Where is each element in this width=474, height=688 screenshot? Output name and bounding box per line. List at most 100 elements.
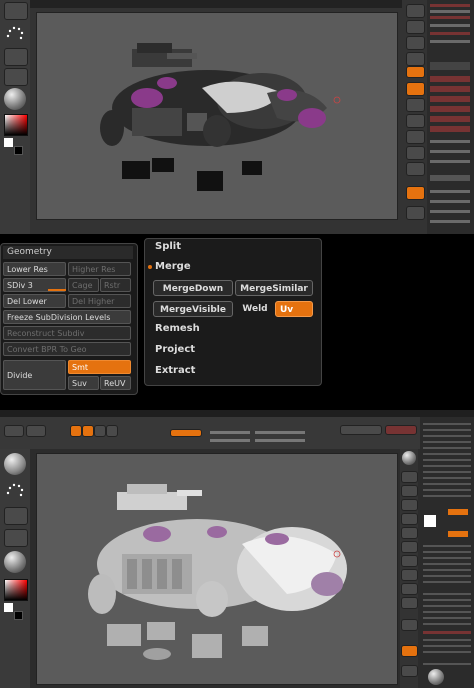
color-picker-icon[interactable] [4,579,28,601]
left-shelf [0,0,30,234]
sphere-brush-icon[interactable] [4,453,26,475]
actual-button[interactable] [401,499,418,511]
merge-visible-button[interactable]: MergeVisible [153,301,233,317]
dynamesh-badge[interactable] [448,531,468,537]
frame-button[interactable] [406,130,425,144]
panel-bar [430,16,470,19]
alpha-slot[interactable] [4,48,28,66]
draw-size-slider[interactable] [210,439,250,442]
scale-button[interactable] [401,597,418,609]
transp-button[interactable] [406,206,425,220]
subtool-header[interactable] [430,62,470,70]
frame-button[interactable] [401,569,418,581]
higher-res-button[interactable]: Higher Res [68,262,131,276]
convert-bpr-button[interactable]: Convert BPR To Geo [3,342,131,356]
viewport-canvas[interactable] [36,453,398,685]
main-color-swatch[interactable] [4,138,13,147]
focal-shift-slider[interactable] [210,431,250,434]
del-higher-button[interactable]: Del Higher [68,294,131,308]
subtool-item[interactable] [430,96,470,102]
top-status-bar [30,0,402,8]
subtool-item[interactable] [430,126,470,132]
texture-icon[interactable] [4,529,28,547]
bpr-button[interactable] [406,4,425,18]
suv-toggle[interactable]: Suv [68,376,99,390]
reuv-button[interactable]: ReUV [100,376,131,390]
subtool-item[interactable] [430,106,470,112]
lower-res-button[interactable]: Lower Res [3,262,66,276]
aahalf-button[interactable] [401,513,418,525]
subtool-item[interactable] [430,86,470,92]
cage-button[interactable]: Cage [68,278,99,292]
draw-button[interactable] [70,425,82,437]
sphere-icon[interactable] [402,451,416,465]
remesh-menu-item[interactable]: Remesh [155,323,200,334]
sdiv-slider[interactable]: SDiv 3 [3,278,66,292]
rotate-button[interactable] [401,619,418,631]
weld-toggle[interactable]: Weld [235,301,275,317]
project-menu-item[interactable]: Project [155,344,195,355]
zoom-button[interactable] [401,485,418,497]
stroke-dots-icon[interactable] [4,22,26,44]
color-picker-icon[interactable] [4,114,28,136]
merge-menu-item[interactable]: Merge [155,261,191,272]
right-shelf-bottom [400,449,418,688]
move-button[interactable] [401,583,418,595]
rgb-intensity-slider[interactable] [255,439,305,442]
z-intensity-slider[interactable] [255,431,305,434]
zadd-button[interactable] [170,429,202,437]
edit-button[interactable] [4,425,24,437]
brush-icon[interactable] [4,2,28,20]
tool-thumbnail[interactable] [424,515,436,527]
divide-button[interactable]: Divide [3,360,66,390]
split-menu-item[interactable]: Split [155,241,181,252]
sdiv-label: SDiv 3 [7,281,33,290]
transp-button[interactable] [401,665,418,677]
local-button[interactable] [406,98,425,112]
persp-button[interactable] [401,527,418,539]
brush-preview-icon[interactable] [428,669,444,685]
geometry-palette-title[interactable]: Geometry [3,246,133,259]
active-tool-badge[interactable] [448,509,468,515]
persp-button[interactable] [406,66,425,78]
palette-row [423,453,471,455]
subtool-item[interactable] [430,76,470,82]
local-button[interactable] [401,555,418,567]
merge-similar-button[interactable]: MergeSimilar [235,280,313,296]
scroll-button[interactable] [401,471,418,483]
texture-icon[interactable] [4,68,28,86]
xyz-button[interactable] [406,114,425,128]
brush-header[interactable] [423,631,471,634]
extract-menu-item[interactable]: Extract [155,365,195,376]
polyf-button[interactable] [406,186,425,200]
lightbox-button[interactable] [26,425,46,437]
del-lower-button[interactable]: Del Lower [3,294,66,308]
rstr-button[interactable]: Rstr [100,278,131,292]
scroll-button[interactable] [406,36,425,50]
secondary-color-swatch[interactable] [14,611,23,620]
smt-toggle[interactable]: Smt [68,360,131,374]
move-mode-button[interactable] [82,425,94,437]
spix-button[interactable] [406,20,425,34]
scale-button[interactable] [406,162,425,176]
polyf-button[interactable] [401,645,418,657]
secondary-color-swatch[interactable] [14,146,23,155]
merge-down-button[interactable]: MergeDown [153,280,233,296]
alpha-slot[interactable] [4,507,28,525]
rotate-mode-button[interactable] [106,425,118,437]
material-sphere-icon[interactable] [4,551,26,573]
material-sphere-icon[interactable] [4,88,26,110]
uv-toggle[interactable]: Uv [275,301,313,317]
floor-button[interactable] [406,82,425,96]
reconstruct-subdiv-button[interactable]: Reconstruct Subdiv [3,326,131,340]
palette-row [423,435,471,437]
freeze-subdivision-button[interactable]: Freeze SubDivision Levels [3,310,131,324]
floor-button[interactable] [401,541,418,553]
subtool-item[interactable] [430,116,470,122]
viewport-canvas[interactable] [36,12,398,220]
move-button[interactable] [406,146,425,160]
scale-mode-button[interactable] [94,425,106,437]
main-color-swatch[interactable] [4,603,13,612]
stroke-dots-icon[interactable] [4,479,26,501]
zoom-button[interactable] [406,52,425,66]
